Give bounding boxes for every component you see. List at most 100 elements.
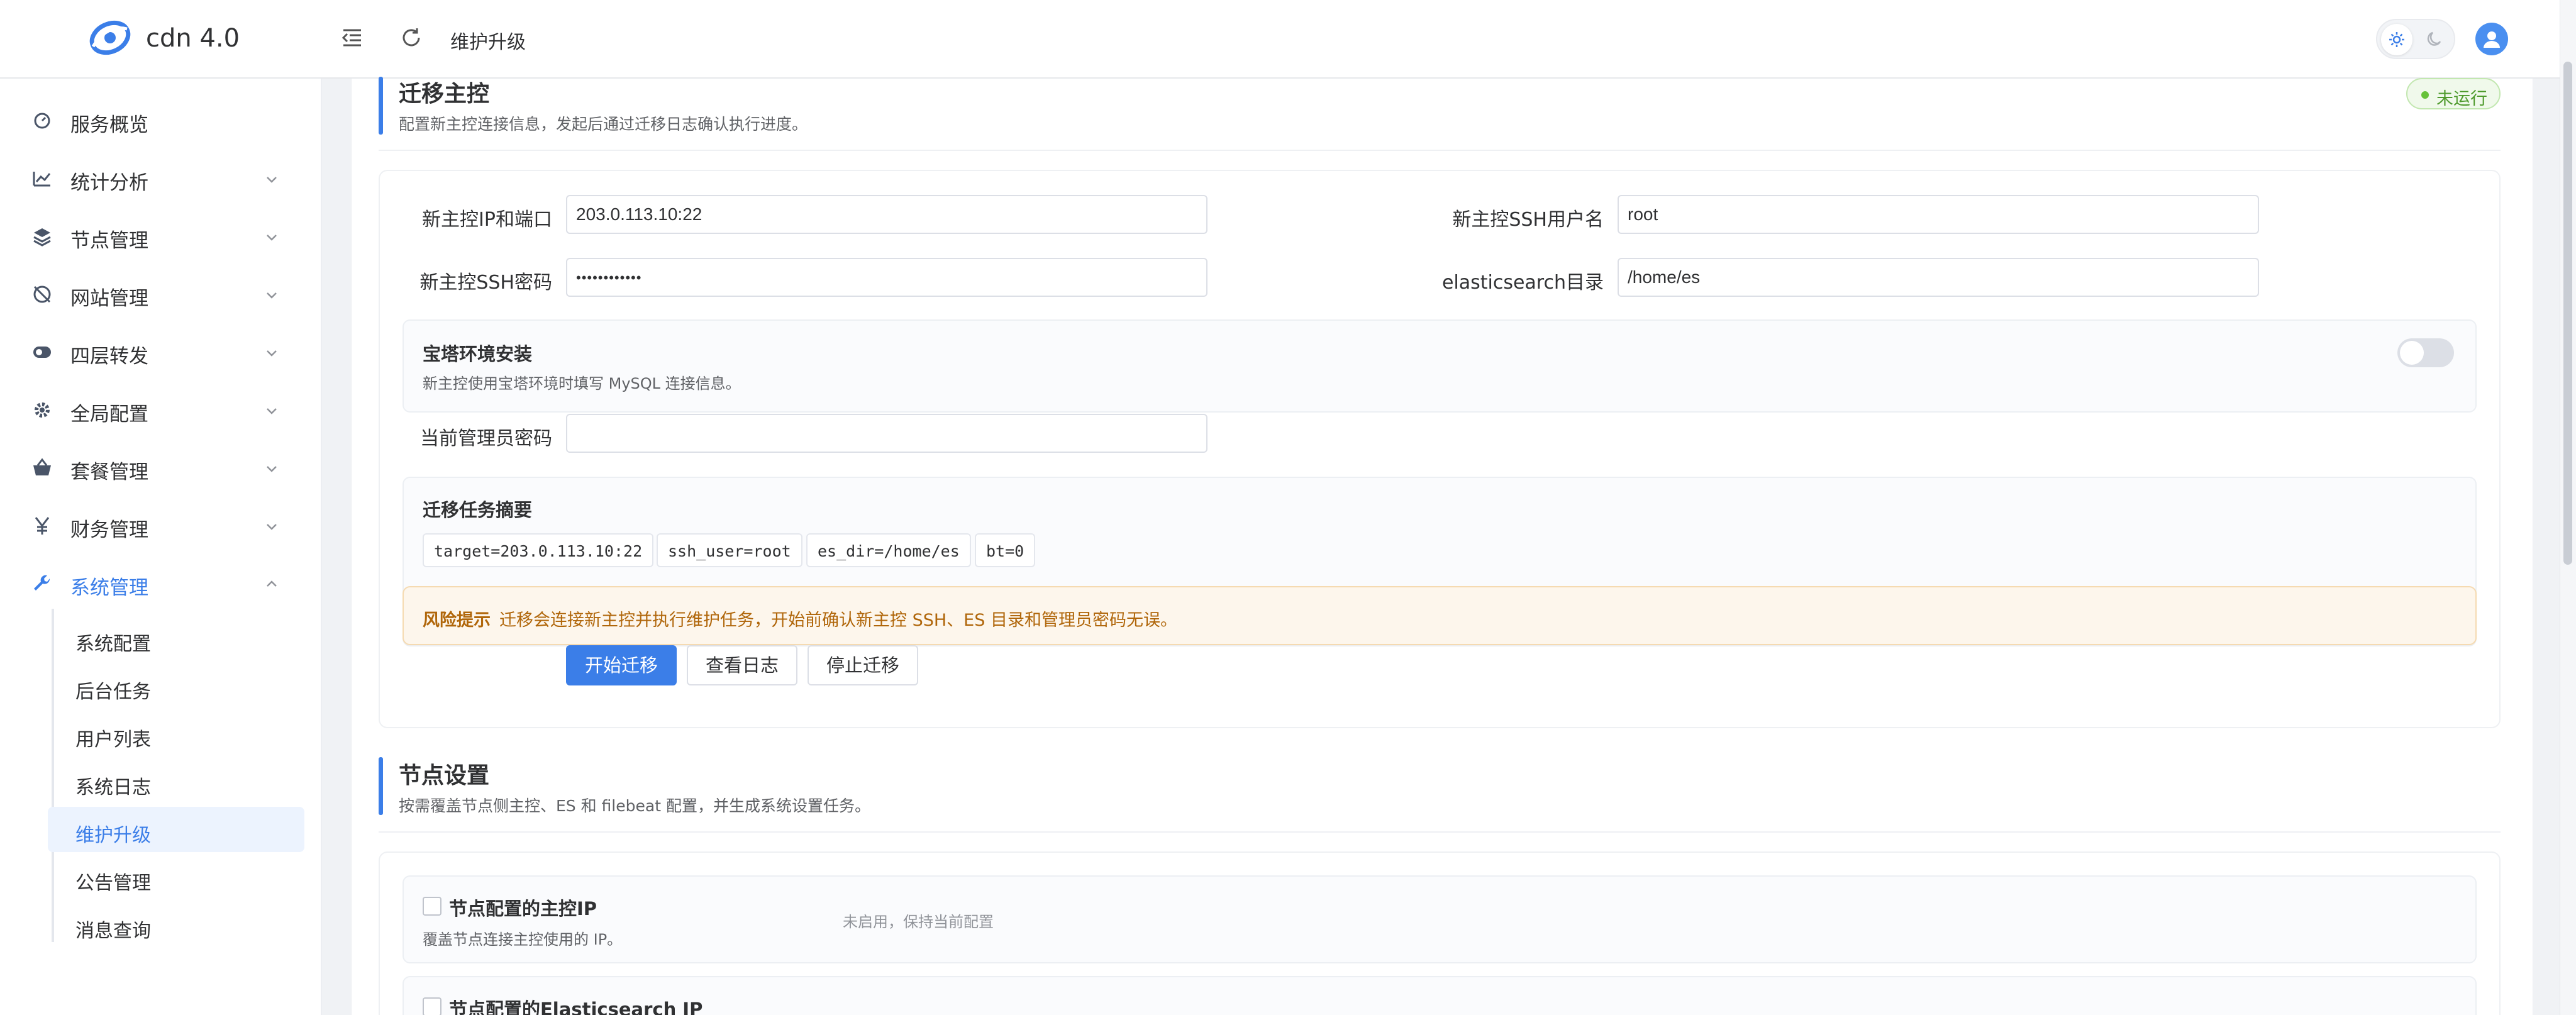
dashboard-icon <box>34 113 50 129</box>
ssh-user-label: 新主控SSH用户名 <box>1452 209 1604 231</box>
ssh-password-label: 新主控SSH密码 <box>419 272 552 294</box>
chevron-down-icon <box>267 466 277 472</box>
sidebar-item-global-config[interactable]: 全局配置 <box>0 380 321 438</box>
chart-icon <box>33 172 51 187</box>
sidebar-item-label: 统计分析 <box>70 172 148 194</box>
sidebar-subitem-maintenance[interactable]: 维护升级 <box>48 807 304 852</box>
risk-label: 风险提示 <box>423 611 491 630</box>
sidebar-subitem-label: 系统配置 <box>75 633 151 655</box>
logo-icon <box>89 20 131 55</box>
node-es-ip-checkbox[interactable] <box>423 997 441 1015</box>
risk-alert: 风险提示 迁移会连接新主控并执行维护任务，开始前确认新主控 SSH、ES 目录和… <box>402 586 2477 645</box>
node-master-ip-state: 未启用，保持当前配置 <box>843 913 994 931</box>
sun-icon <box>2389 32 2404 47</box>
sidebar-subitem-user-list[interactable]: 用户列表 <box>48 711 304 757</box>
sidebar-item-sites[interactable]: 网站管理 <box>0 265 321 323</box>
es-dir-label: elasticsearch目录 <box>1441 272 1604 294</box>
sidebar-subitem-messages[interactable]: 消息查询 <box>48 902 304 948</box>
user-icon <box>2484 31 2500 48</box>
sidebar-item-system[interactable]: 系统管理 <box>0 554 321 612</box>
bt-install-switch[interactable] <box>2397 338 2454 367</box>
section-desc-migrate: 配置新主控连接信息，发起后通过迁移日志确认执行进度。 <box>399 115 808 133</box>
sidebar-item-label: 套餐管理 <box>70 461 148 484</box>
sidebar-subitem-announcements[interactable]: 公告管理 <box>48 855 304 900</box>
summary-tag: es_dir=/home/es <box>806 533 971 567</box>
node-master-ip-desc: 覆盖节点连接主控使用的 IP。 <box>423 931 623 948</box>
stop-migration-button[interactable]: 停止迁移 <box>808 645 918 685</box>
sidebar-item-finance[interactable]: 财务管理 <box>0 496 321 554</box>
layers-icon <box>33 228 51 247</box>
theme-toggle[interactable] <box>2376 19 2455 59</box>
risk-text: 迁移会连接新主控并执行维护任务，开始前确认新主控 SSH、ES 目录和管理员密码… <box>499 611 1177 630</box>
sidebar: 服务概览 统计分析 节点管理 网站管理 四层转发 全局配置 套餐管理 财务管理 … <box>0 79 322 1015</box>
scrollbar-thumb[interactable] <box>2563 62 2572 565</box>
ssh-user-input[interactable] <box>1618 195 2259 234</box>
sidebar-subitem-label: 公告管理 <box>75 872 151 894</box>
sidebar-item-overview[interactable]: 服务概览 <box>0 91 321 149</box>
sidebar-item-label: 网站管理 <box>70 287 148 310</box>
es-dir-input[interactable] <box>1618 258 2259 297</box>
node-master-ip-checkbox[interactable] <box>423 897 441 916</box>
bt-install-panel <box>402 319 2477 413</box>
forward-icon <box>33 347 51 358</box>
basket-icon <box>33 458 51 475</box>
node-master-ip-title: 节点配置的主控IP <box>449 898 597 919</box>
view-log-button[interactable]: 查看日志 <box>687 645 797 685</box>
chevron-down-icon <box>267 524 277 530</box>
status-dot-icon <box>2421 91 2429 99</box>
ip-port-label: 新主控IP和端口 <box>422 209 552 231</box>
sidebar-item-nodes[interactable]: 节点管理 <box>0 207 321 265</box>
section-desc-node: 按需覆盖节点侧主控、ES 和 filebeat 配置，并生成系统设置任务。 <box>399 797 870 815</box>
summary-tag: ssh_user=root <box>657 533 802 567</box>
moon-icon <box>2427 31 2441 46</box>
bt-install-desc: 新主控使用宝塔环境时填写 MySQL 连接信息。 <box>423 375 741 392</box>
section-divider <box>379 831 2501 833</box>
collapse-menu-icon[interactable] <box>340 25 365 50</box>
sidebar-item-label: 四层转发 <box>70 345 148 368</box>
admin-password-label: 当前管理员密码 <box>420 428 552 450</box>
refresh-icon[interactable] <box>399 25 424 50</box>
status-text: 未运行 <box>2436 89 2487 109</box>
chevron-down-icon <box>267 177 277 183</box>
sidebar-item-label: 系统管理 <box>70 577 148 599</box>
chevron-up-icon <box>267 580 277 587</box>
sidebar-item-packages[interactable]: 套餐管理 <box>0 438 321 496</box>
top-header: cdn 4.0 维护升级 <box>0 0 2560 79</box>
gear-icon <box>35 402 50 418</box>
sidebar-item-label: 全局配置 <box>70 403 148 426</box>
switch-knob <box>2400 341 2424 365</box>
chevron-down-icon <box>267 350 277 357</box>
sidebar-subitem-label: 用户列表 <box>75 729 151 751</box>
node-es-ip-row: 节点配置的Elasticsearch IP <box>402 976 2477 1015</box>
ssh-password-input[interactable] <box>566 258 1208 297</box>
ip-port-input[interactable] <box>566 195 1208 234</box>
sidebar-subitem-background-tasks[interactable]: 后台任务 <box>48 663 304 709</box>
sidebar-item-forward[interactable]: 四层转发 <box>0 323 321 380</box>
chevron-down-icon <box>267 292 277 299</box>
brand-name: cdn 4.0 <box>146 24 240 53</box>
chevron-down-icon <box>267 235 277 241</box>
breadcrumb: 维护升级 <box>450 31 526 53</box>
summary-tag: bt=0 <box>975 533 1036 567</box>
sidebar-item-label: 服务概览 <box>70 114 148 136</box>
sidebar-subitem-system-log[interactable]: 系统日志 <box>48 759 304 804</box>
sidebar-item-label: 节点管理 <box>70 230 148 252</box>
sidebar-subitem-label: 系统日志 <box>75 777 151 799</box>
section-divider <box>379 150 2501 151</box>
wrench-icon <box>34 575 50 591</box>
admin-password-input[interactable] <box>566 414 1208 453</box>
globe-icon <box>33 286 51 303</box>
status-badge: 未运行 <box>2406 78 2501 109</box>
sidebar-subitem-label: 后台任务 <box>75 681 151 703</box>
summary-title: 迁移任务摘要 <box>423 499 533 521</box>
sidebar-subitem-label: 维护升级 <box>75 824 151 846</box>
sidebar-item-stats[interactable]: 统计分析 <box>0 149 321 207</box>
bt-install-title: 宝塔环境安装 <box>423 343 533 365</box>
section-accent-bar <box>379 757 383 815</box>
chevron-down-icon <box>267 408 277 414</box>
sidebar-subitem-system-config[interactable]: 系统配置 <box>48 616 304 661</box>
section-title-node: 节点设置 <box>399 763 490 789</box>
start-migration-button[interactable]: 开始迁移 <box>566 645 677 685</box>
user-avatar[interactable] <box>2475 23 2508 55</box>
node-es-ip-title: 节点配置的Elasticsearch IP <box>449 999 703 1015</box>
